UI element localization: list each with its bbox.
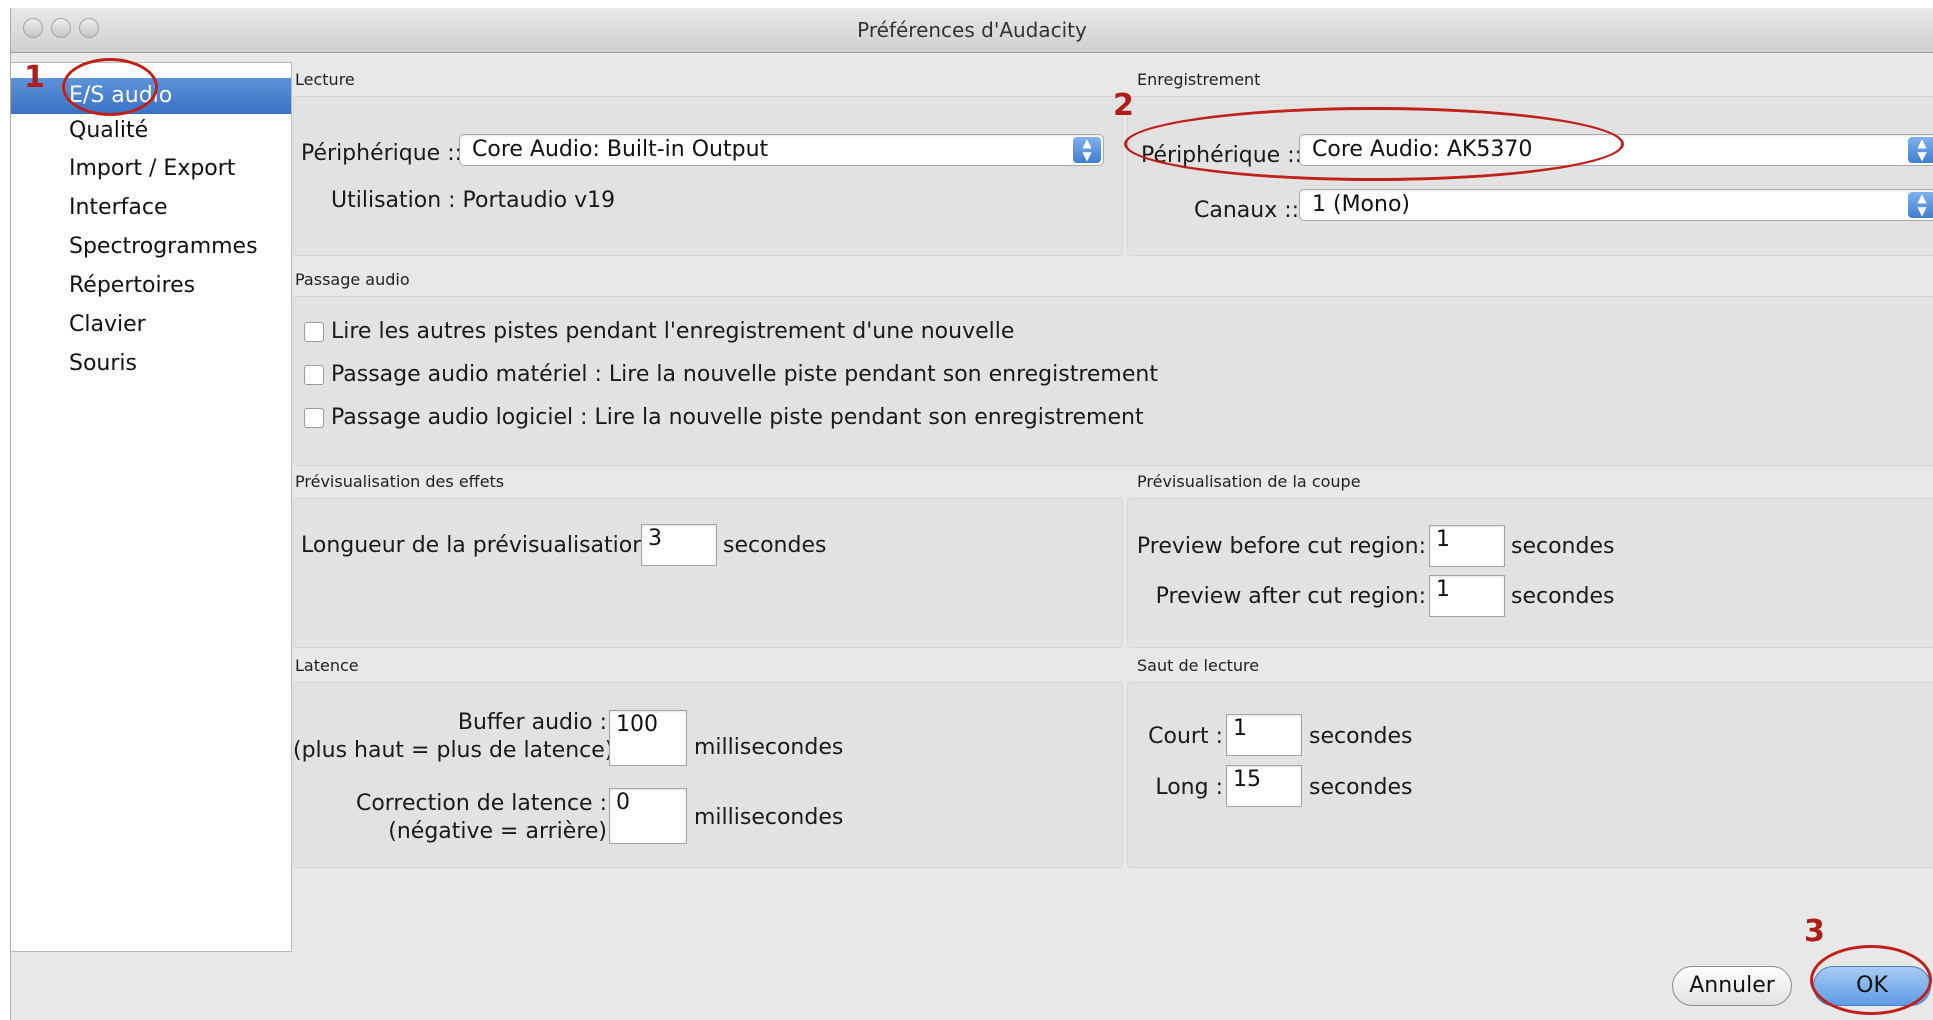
preview-after-label: Preview after cut region: bbox=[1155, 584, 1426, 609]
preview-effects-group-title: Prévisualisation des effets bbox=[295, 472, 505, 491]
latence-group-title: Latence bbox=[295, 656, 359, 675]
lecture-device-label: Périphérique :: bbox=[301, 141, 463, 166]
annotation-circle-3 bbox=[1810, 945, 1932, 1015]
preview-length-label: Longueur de la prévisualisation : bbox=[301, 533, 661, 558]
chevron-updown-icon: ▲ ▼ bbox=[1908, 192, 1933, 218]
preview-after-input[interactable]: 1 bbox=[1429, 575, 1505, 617]
enregistrement-channels-value: 1 (Mono) bbox=[1312, 192, 1411, 217]
saut-court-input[interactable]: 1 bbox=[1226, 714, 1302, 756]
preview-after-unit: secondes bbox=[1511, 584, 1615, 609]
annotation-circle-1 bbox=[62, 58, 158, 116]
lecture-usage-text: Utilisation : Portaudio v19 bbox=[331, 188, 616, 213]
annotation-circle-2 bbox=[1124, 107, 1624, 181]
saut-long-input[interactable]: 15 bbox=[1226, 765, 1302, 807]
correction-label-line2: (négative = arrière) bbox=[388, 819, 607, 844]
saut-long-label: Long : bbox=[1155, 775, 1223, 800]
lecture-group bbox=[293, 96, 1123, 256]
sidebar-item-souris[interactable]: Souris bbox=[11, 346, 291, 382]
enregistrement-channels-label: Canaux :: bbox=[1194, 198, 1300, 223]
lecture-device-select[interactable]: Core Audio: Built-in Output ▲ ▼ bbox=[459, 134, 1104, 166]
sidebar-item-repertoires[interactable]: Répertoires bbox=[11, 268, 291, 304]
title-bar[interactable]: Préférences d'Audacity bbox=[11, 8, 1933, 53]
buffer-audio-input[interactable]: 100 bbox=[609, 710, 687, 766]
passage-option-3-label[interactable]: Passage audio logiciel : Lire la nouvell… bbox=[331, 405, 1144, 430]
lecture-device-value: Core Audio: Built-in Output bbox=[472, 137, 769, 162]
saut-long-unit: secondes bbox=[1309, 775, 1413, 800]
preferences-sidebar: E/S audio Qualité Import / Export Interf… bbox=[11, 62, 292, 952]
preview-effects-group bbox=[293, 498, 1123, 648]
preview-cut-group bbox=[1127, 498, 1933, 648]
enregistrement-channels-select[interactable]: 1 (Mono) ▲ ▼ bbox=[1299, 189, 1933, 221]
preview-length-unit: secondes bbox=[723, 533, 827, 558]
passage-option-1-checkbox[interactable] bbox=[304, 322, 324, 342]
sidebar-item-qualite[interactable]: Qualité bbox=[11, 113, 291, 149]
sidebar-item-import-export[interactable]: Import / Export bbox=[11, 151, 291, 187]
buffer-label-line2: (plus haut = plus de latence) bbox=[293, 738, 614, 763]
passage-option-1-label[interactable]: Lire les autres pistes pendant l'enregis… bbox=[331, 319, 1014, 344]
annotation-number-3: 3 bbox=[1804, 914, 1825, 949]
annotation-number-1: 1 bbox=[24, 60, 45, 95]
lecture-group-title: Lecture bbox=[295, 70, 355, 89]
enregistrement-group-title: Enregistrement bbox=[1137, 70, 1261, 89]
annotation-number-2: 2 bbox=[1113, 88, 1134, 123]
cancel-button[interactable]: Annuler bbox=[1672, 966, 1792, 1006]
preview-before-input[interactable]: 1 bbox=[1429, 525, 1505, 567]
preview-before-label: Preview before cut region: bbox=[1136, 534, 1426, 559]
correction-unit: millisecondes bbox=[694, 805, 844, 830]
chevron-updown-icon: ▲ ▼ bbox=[1073, 137, 1101, 163]
sidebar-item-spectrogrammes[interactable]: Spectrogrammes bbox=[11, 229, 291, 265]
preview-cut-group-title: Prévisualisation de la coupe bbox=[1137, 472, 1361, 491]
passage-group-title: Passage audio bbox=[295, 270, 410, 289]
saut-group-title: Saut de lecture bbox=[1137, 656, 1260, 675]
saut-court-label: Court : bbox=[1148, 724, 1223, 749]
preview-length-input[interactable]: 3 bbox=[641, 524, 717, 566]
buffer-unit: millisecondes bbox=[694, 735, 844, 760]
passage-option-2-checkbox[interactable] bbox=[304, 365, 324, 385]
buffer-label-line1: Buffer audio : bbox=[457, 710, 607, 735]
chevron-updown-icon: ▲ ▼ bbox=[1908, 137, 1933, 163]
saut-court-unit: secondes bbox=[1309, 724, 1413, 749]
correction-label-line1: Correction de latence : bbox=[355, 791, 607, 816]
passage-option-2-label[interactable]: Passage audio matériel : Lire la nouvell… bbox=[331, 362, 1158, 387]
sidebar-item-clavier[interactable]: Clavier bbox=[11, 307, 291, 343]
sidebar-item-interface[interactable]: Interface bbox=[11, 190, 291, 226]
window-title: Préférences d'Audacity bbox=[857, 18, 1087, 42]
preferences-window: Préférences d'Audacity E/S audio Qualité… bbox=[10, 8, 1933, 1020]
preview-before-unit: secondes bbox=[1511, 534, 1615, 559]
passage-option-3-checkbox[interactable] bbox=[304, 408, 324, 428]
correction-latence-input[interactable]: 0 bbox=[609, 788, 687, 844]
